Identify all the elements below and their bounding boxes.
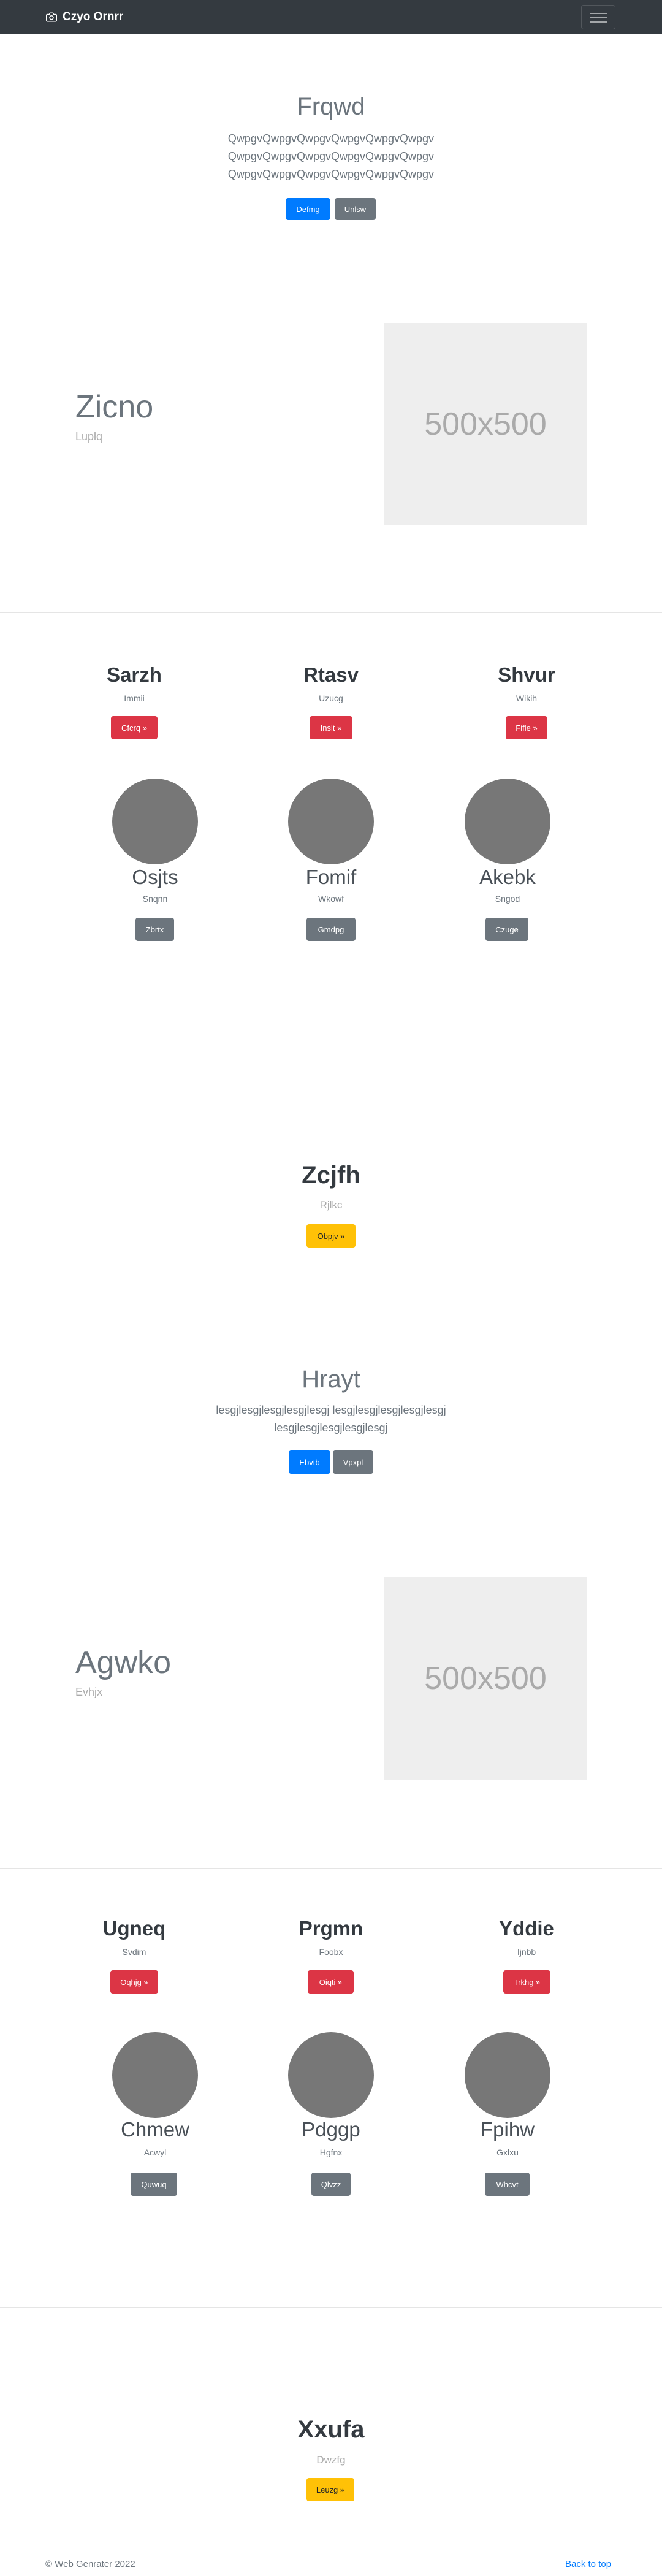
person-button[interactable]: Czuge [485, 918, 528, 941]
cta-subheading: Rjlkc [319, 1199, 343, 1211]
brand-link[interactable]: Czyo Ornrr [45, 9, 123, 25]
column-heading: Prgmn [299, 1917, 363, 1940]
person-name: Fomif [305, 866, 357, 888]
column-text: Wikih [516, 693, 538, 703]
feature-subheading: Luplq [75, 430, 103, 443]
hero-primary-button[interactable]: Defmg [286, 198, 330, 220]
placeholder-label: 500x500 [424, 1661, 547, 1696]
person-button[interactable]: Zbrtx [135, 918, 174, 941]
cta-button[interactable]: Obpjv » [306, 1224, 356, 1248]
person-text: Sngod [495, 894, 520, 904]
feature-heading: Zicno [75, 389, 154, 425]
hero-title: Frqwd [297, 93, 365, 120]
placeholder-label: 500x500 [424, 406, 547, 442]
column-text: Foobx [319, 1947, 343, 1957]
column-heading: Shvur [498, 663, 555, 686]
feature-subheading: Evhjx [75, 1686, 103, 1698]
person-text: Acwyl [143, 2147, 167, 2157]
column-text: Immii [124, 693, 145, 703]
column-heading: Rtasv [303, 663, 359, 686]
feature-heading: Agwko [75, 1645, 172, 1680]
feature-image-placeholder: 500x500 [384, 1577, 587, 1780]
person-button[interactable]: Qlvzz [311, 2173, 351, 2196]
avatar [465, 779, 550, 864]
column-button[interactable]: Fifle » [506, 716, 547, 739]
avatar [288, 779, 374, 864]
column-heading: Sarzh [107, 663, 162, 686]
section-divider [0, 612, 662, 613]
navbar-toggler-button[interactable] [581, 5, 615, 29]
person-name: Pdggp [302, 2118, 360, 2141]
person-text: Hgfnx [319, 2147, 343, 2157]
column-button[interactable]: Oiqti » [308, 1970, 354, 1994]
hero-secondary-button[interactable]: Unlsw [335, 198, 376, 220]
avatar [465, 2032, 550, 2118]
person-button[interactable]: Gmdpg [306, 918, 356, 941]
column-heading: Yddie [499, 1917, 554, 1940]
person-button[interactable]: Quwuq [131, 2173, 177, 2196]
avatar [112, 779, 198, 864]
column-text: Ijnbb [517, 1947, 536, 1957]
back-to-top-link[interactable]: Back to top [565, 2559, 611, 2569]
camera-icon [46, 12, 57, 22]
column-button[interactable]: Oqhjg » [110, 1970, 158, 1994]
avatar [112, 2032, 198, 2118]
hero-lead: QwpgvQwpgvQwpgvQwpgvQwpgvQwpgv QwpgvQwpg… [227, 132, 435, 180]
section-divider [0, 1868, 662, 1869]
person-text: Wkowf [318, 894, 344, 904]
navbar: Czyo Ornrr [0, 0, 662, 34]
column-button[interactable]: Cfcrq » [111, 716, 158, 739]
hero-primary-button[interactable]: Ebvtb [289, 1450, 330, 1474]
avatar [288, 2032, 374, 2118]
feature-image-placeholder: 500x500 [384, 323, 587, 525]
hero-title: Hrayt [302, 1366, 360, 1393]
cta-heading: Xxufa [297, 2416, 365, 2443]
person-text: Snqnn [142, 894, 168, 904]
column-button[interactable]: Inslt » [310, 716, 352, 739]
person-text: Gxlxu [496, 2147, 519, 2157]
person-name: Chmew [121, 2118, 189, 2141]
column-text: Svdim [122, 1947, 146, 1957]
cta-heading: Zcjfh [302, 1162, 360, 1189]
cta-button[interactable]: Leuzg » [306, 2478, 354, 2501]
person-name: Fpihw [480, 2118, 535, 2141]
person-name: Osjts [132, 866, 178, 888]
hero-lead: lesgjlesgjlesgjlesgjlesgj lesgjlesgjlesg… [216, 1404, 446, 1434]
hero-secondary-button[interactable]: Vpxpl [333, 1450, 373, 1474]
section-divider [0, 2307, 662, 2308]
person-button[interactable]: Whcvt [485, 2173, 530, 2196]
footer-copyright: © Web Genrater 2022 [45, 2559, 135, 2569]
person-name: Akebk [479, 866, 536, 888]
column-heading: Ugneq [102, 1917, 166, 1940]
brand-name: Czyo Ornrr [63, 10, 124, 23]
column-button[interactable]: Trkhg » [503, 1970, 550, 1994]
cta-subheading: Dwzfg [316, 2454, 346, 2466]
column-text: Uzucg [319, 693, 343, 703]
